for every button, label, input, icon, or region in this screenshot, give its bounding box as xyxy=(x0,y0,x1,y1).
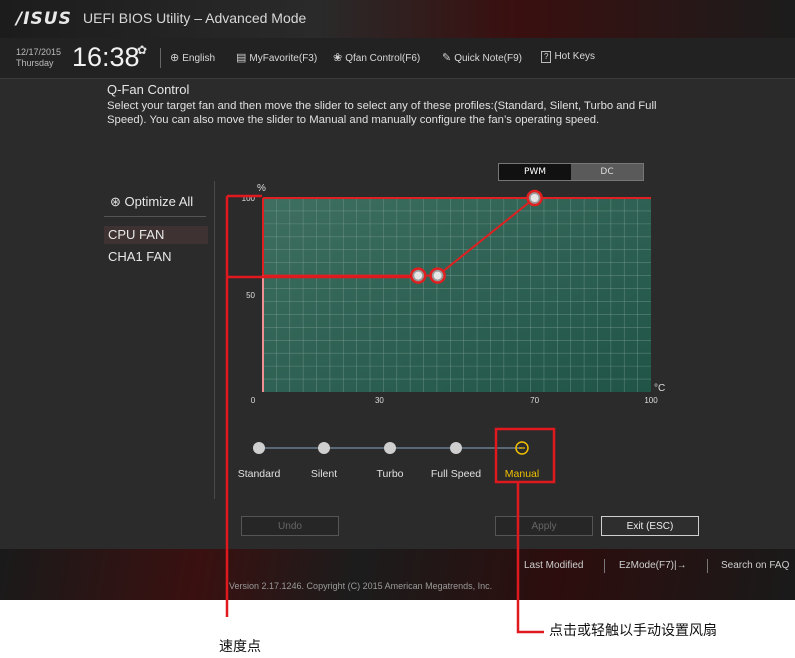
footer-divider xyxy=(707,559,708,573)
sidebar-divider xyxy=(104,216,206,217)
speed-point-core xyxy=(530,194,539,202)
globe-icon: ⊕ xyxy=(170,52,180,64)
favorite-icon: ▤ xyxy=(236,52,247,64)
profile-label[interactable]: Manual xyxy=(505,468,539,480)
slider-stop[interactable] xyxy=(253,442,265,454)
last-modified-link[interactable]: Last Modified xyxy=(524,560,583,571)
speed-point-core xyxy=(414,271,423,280)
profile-label[interactable]: Standard xyxy=(238,468,281,480)
clock-time: 16:38 xyxy=(72,42,140,72)
hot-keys-label: Hot Keys xyxy=(554,51,596,62)
qfan-control-label: Qfan Control(F6) xyxy=(345,53,421,64)
y-tick-label: 50 xyxy=(246,291,255,300)
undo-button[interactable]: Undo xyxy=(241,516,339,536)
toolbar: 12/17/2015 Thursday 16:38 ✿ ⊕ English ▤ My… xyxy=(0,38,795,79)
profile-slider[interactable]: Standard Silent Turbo Full Speed Manual xyxy=(228,434,558,489)
x-tick-label: 70 xyxy=(530,396,539,405)
qfan-panel: Q-Fan Control Select your target fan and… xyxy=(0,79,795,549)
date-display: 12/17/2015 Thursday xyxy=(16,47,61,69)
quick-note-label: Quick Note(F9) xyxy=(454,53,523,64)
x-axis-label: °C xyxy=(654,383,665,394)
fan-curve-chart[interactable]: % °C 100 50 0 30 70 100 xyxy=(230,179,670,409)
asus-logo: /ISUS xyxy=(16,9,72,29)
toggle-dc[interactable]: DC xyxy=(571,164,643,180)
footer-divider xyxy=(604,559,605,573)
page-description: Select your target fan and then move the… xyxy=(107,100,657,126)
gear-icon[interactable]: ✿ xyxy=(137,43,147,57)
x-tick-label: 100 xyxy=(644,396,658,405)
profile-label[interactable]: Turbo xyxy=(376,468,403,480)
qfan-control-button[interactable]: ❀ Qfan Control(F6) xyxy=(333,51,420,64)
bios-window: /ISUS UEFI BIOS Utility – Advanced Mode … xyxy=(0,0,795,600)
optimize-all-button[interactable]: ⊛ Optimize All xyxy=(110,194,193,210)
myfavorite-button[interactable]: ▤ MyFavorite(F3) xyxy=(236,51,317,64)
quick-note-button[interactable]: ✎ Quick Note(F9) xyxy=(442,51,522,64)
x-tick-label: 0 xyxy=(251,396,256,405)
y-axis-label: % xyxy=(257,183,266,194)
language-label: English xyxy=(182,53,216,64)
app-title: UEFI BIOS Utility – Advanced Mode xyxy=(83,10,307,26)
fan-item-cha1[interactable]: CHA1 FAN xyxy=(104,248,208,266)
hotkey-icon: ? xyxy=(541,51,552,63)
toggle-pwm[interactable]: PWM xyxy=(499,164,571,180)
ezmode-link[interactable]: EzMode(F7)|→ xyxy=(619,560,687,571)
speed-point-callout: 速度点 xyxy=(219,639,261,655)
date-text: 12/17/2015 xyxy=(16,47,62,57)
language-button[interactable]: ⊕ English xyxy=(170,51,215,64)
myfavorite-label: MyFavorite(F3) xyxy=(249,53,318,64)
footer-bar: Last Modified EzMode(F7)|→ Search on FAQ… xyxy=(0,549,795,600)
y-tick-label: 100 xyxy=(242,194,256,203)
title-bar: /ISUS UEFI BIOS Utility – Advanced Mode xyxy=(0,0,795,38)
slider-stop[interactable] xyxy=(450,442,462,454)
plot-area xyxy=(263,198,651,392)
manual-tip-callout: 点击或轻触以手动设置风扇 xyxy=(549,623,717,639)
optimize-icon: ⊛ xyxy=(110,194,121,209)
note-icon: ✎ xyxy=(442,52,452,64)
toolbar-divider xyxy=(160,48,161,68)
profile-label[interactable]: Silent xyxy=(311,468,337,480)
search-faq-link[interactable]: Search on FAQ xyxy=(721,560,789,571)
slider-stop[interactable] xyxy=(384,442,396,454)
panel-divider xyxy=(214,181,215,499)
exit-button[interactable]: Exit (ESC) xyxy=(601,516,699,536)
fan-item-cpu[interactable]: CPU FAN xyxy=(104,226,208,244)
fan-icon: ❀ xyxy=(333,52,343,64)
optimize-all-label: Optimize All xyxy=(124,194,194,209)
x-tick-label: 30 xyxy=(375,396,384,405)
apply-button[interactable]: Apply xyxy=(495,516,593,536)
version-text: Version 2.17.1246. Copyright (C) 2015 Am… xyxy=(229,581,493,591)
slider-stop[interactable] xyxy=(318,442,330,454)
day-text: Thursday xyxy=(16,58,54,68)
page-title: Q-Fan Control xyxy=(107,82,190,97)
hot-keys-button[interactable]: ? Hot Keys xyxy=(541,51,595,63)
profile-label[interactable]: Full Speed xyxy=(431,468,481,480)
speed-point-core xyxy=(433,271,442,280)
